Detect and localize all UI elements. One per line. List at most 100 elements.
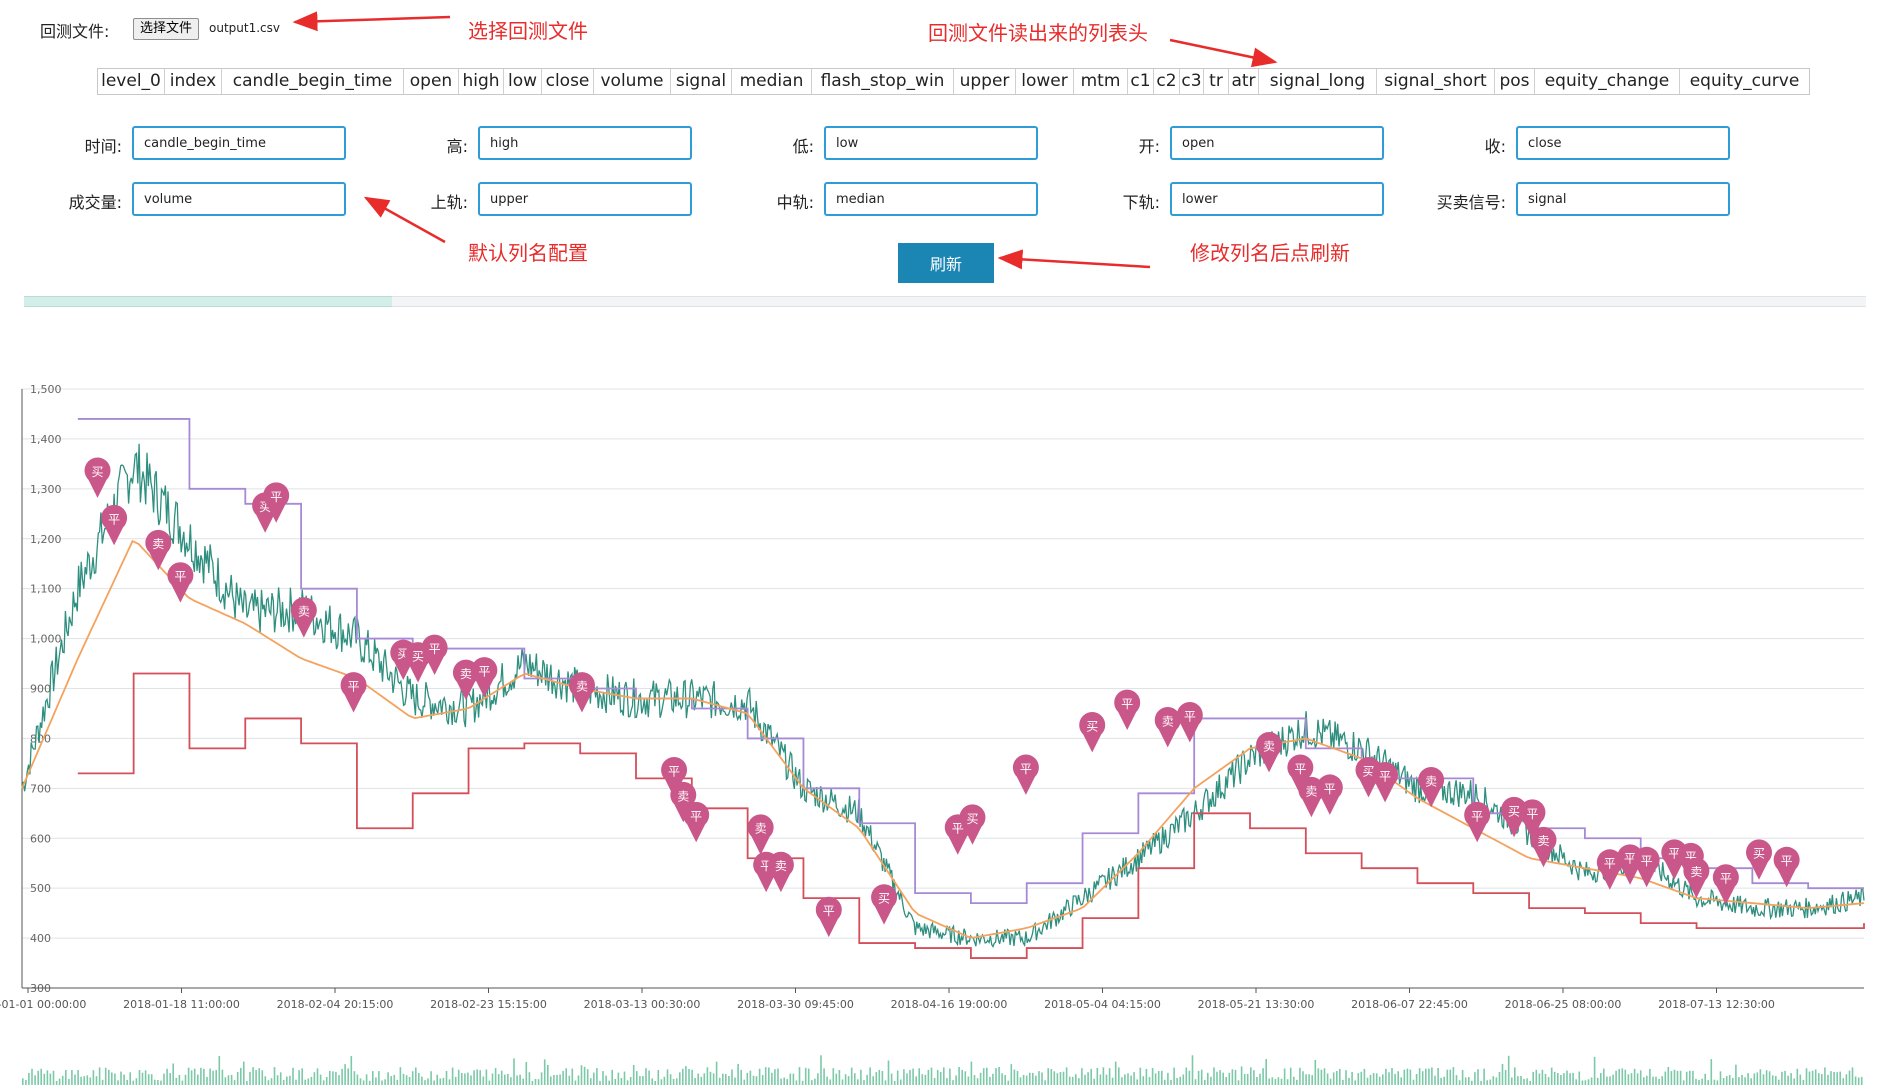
volume-bar <box>728 1076 730 1085</box>
volume-bar <box>1701 1078 1703 1085</box>
volume-bar <box>1016 1071 1019 1085</box>
volume-bar <box>1520 1076 1522 1085</box>
volume-bar <box>1434 1075 1436 1085</box>
volume-bar <box>1633 1068 1636 1085</box>
volume-bar <box>1087 1072 1089 1085</box>
volume-bar <box>783 1077 785 1085</box>
x-axis-tick-label: 2018-05-04 04:15:00 <box>1044 998 1161 1011</box>
volume-bar <box>1102 1067 1105 1085</box>
zoom-slider-window[interactable] <box>24 296 392 307</box>
volume-bar <box>1161 1070 1163 1085</box>
close-label: 收: <box>1484 137 1506 156</box>
volume-bar <box>362 1080 365 1085</box>
y-axis-tick-label: 1,100 <box>30 583 62 596</box>
open-field[interactable] <box>1170 126 1384 160</box>
column-header-cell: close <box>542 69 594 94</box>
volume-bar <box>1781 1071 1783 1085</box>
volume-bar <box>982 1068 985 1085</box>
volume-bar <box>1710 1059 1713 1085</box>
volume-bar <box>1547 1077 1550 1085</box>
volume-bar <box>497 1074 500 1085</box>
column-header-cell: low <box>504 69 542 94</box>
volume-bar <box>1609 1076 1611 1085</box>
volume-bar <box>909 1069 911 1085</box>
volume-bar <box>494 1068 497 1085</box>
signal-marker-label: 卖 <box>1263 739 1275 753</box>
volume-bar <box>1775 1076 1777 1085</box>
volume-bar <box>752 1075 755 1085</box>
y-axis-tick-label: 400 <box>30 932 51 945</box>
volume-bar <box>347 1068 349 1085</box>
volume-bar <box>648 1070 650 1085</box>
volume-bar <box>593 1072 595 1085</box>
volume-bar <box>722 1073 724 1085</box>
refresh-button[interactable]: 刷新 <box>898 243 994 283</box>
signal-marker-label: 平 <box>1641 854 1653 868</box>
signal-marker-label: 卖 <box>1690 865 1702 879</box>
volume-bar <box>1013 1069 1016 1085</box>
time-field[interactable] <box>132 126 346 160</box>
volume-bar <box>1778 1079 1780 1085</box>
volume-bar <box>359 1078 362 1085</box>
x-axis-tick-label: 2018-02-23 15:15:00 <box>430 998 547 1011</box>
volume-bar <box>531 1081 534 1085</box>
volume-bar <box>921 1074 924 1085</box>
upper-field[interactable] <box>478 182 692 216</box>
signal-field[interactable] <box>1516 182 1730 216</box>
volume-bar <box>1431 1067 1433 1085</box>
volume-bar <box>1118 1067 1120 1085</box>
signal-marker-label: 平 <box>1720 872 1732 886</box>
volume-bar <box>138 1070 141 1085</box>
volume-bar <box>743 1079 746 1085</box>
volume-bar <box>1428 1068 1430 1085</box>
volume-field[interactable] <box>132 182 346 216</box>
low-field[interactable] <box>824 126 1038 160</box>
volume-bar <box>896 1070 899 1085</box>
volume-bar <box>454 1076 457 1085</box>
volume-bar <box>933 1078 936 1085</box>
volume-bar <box>132 1080 135 1085</box>
median-field[interactable] <box>824 182 1038 216</box>
volume-bar <box>1173 1067 1175 1085</box>
volume-bar <box>1464 1077 1467 1085</box>
column-header-cell: atr <box>1229 69 1259 94</box>
volume-bar <box>519 1074 521 1085</box>
volume-bar <box>1756 1072 1759 1085</box>
volume-bar <box>313 1072 316 1085</box>
volume-bar <box>1188 1070 1191 1085</box>
volume-bar <box>1099 1074 1102 1085</box>
volume-bar <box>580 1065 583 1085</box>
volume-bar <box>77 1070 79 1085</box>
close-field[interactable] <box>1516 126 1730 160</box>
volume-bar <box>1222 1072 1224 1085</box>
volume-bar <box>804 1067 807 1085</box>
volume-bar <box>255 1070 257 1085</box>
volume-bar <box>236 1071 239 1085</box>
volume-bar <box>1093 1078 1095 1085</box>
volume-bar <box>436 1074 438 1085</box>
volume-bar <box>890 1073 893 1085</box>
x-axis-tick-label: 2018-03-13 00:30:00 <box>584 998 701 1011</box>
volume-bar <box>789 1073 792 1085</box>
candlestick-chart[interactable]: 1,5001,4001,3001,2001,1001,0009008007006… <box>0 370 1900 1085</box>
volume-bar <box>835 1073 838 1085</box>
volume-bar <box>212 1070 214 1085</box>
high-field[interactable] <box>478 126 692 160</box>
volume-bar <box>451 1067 454 1085</box>
volume-bar <box>1378 1076 1381 1085</box>
volume-bar <box>847 1076 850 1085</box>
signal-marker-label: 卖 <box>755 822 767 836</box>
y-axis-tick-label: 1,000 <box>30 633 62 646</box>
volume-bar <box>1695 1078 1697 1085</box>
volume-bar <box>820 1055 822 1085</box>
lower-field[interactable] <box>1170 182 1384 216</box>
volume-bar <box>669 1074 672 1085</box>
volume-bar <box>1127 1073 1129 1085</box>
volume-bar <box>746 1072 749 1085</box>
signal-marker-label: 买 <box>92 465 104 479</box>
volume-bar <box>786 1079 788 1085</box>
volume-bar <box>1606 1076 1608 1085</box>
volume-bar <box>617 1072 620 1085</box>
y-axis-tick-label: 1,300 <box>30 483 62 496</box>
volume-bar <box>534 1078 537 1085</box>
